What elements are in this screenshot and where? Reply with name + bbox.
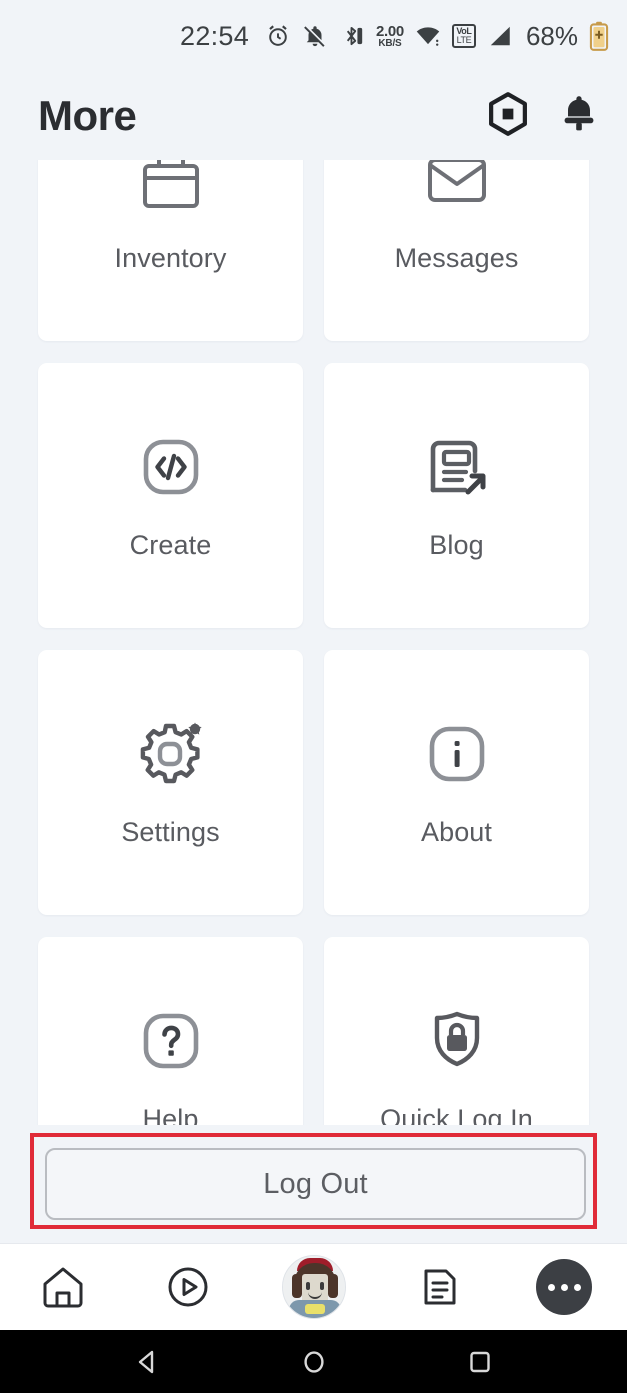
bottom-navigation-bar bbox=[0, 1243, 627, 1330]
volte-bottom-label: LTE bbox=[456, 35, 472, 45]
cellular-signal-icon bbox=[487, 23, 513, 49]
tile-inventory[interactable]: Inventory bbox=[38, 160, 303, 341]
tile-label: Create bbox=[129, 530, 212, 560]
app-header: More bbox=[0, 72, 627, 160]
back-button[interactable] bbox=[131, 1345, 165, 1379]
status-bar-icons: 2.00 KB/S VoL LTE 68% bbox=[265, 21, 609, 52]
notifications-off-icon bbox=[302, 23, 328, 49]
page-title: More bbox=[38, 92, 137, 139]
home-button[interactable] bbox=[297, 1345, 331, 1379]
blog-document-arrow-icon bbox=[420, 430, 494, 504]
tile-label: Inventory bbox=[114, 243, 227, 273]
gear-icon bbox=[133, 717, 209, 791]
alarm-icon bbox=[265, 23, 291, 49]
status-bar-clock: 22:54 bbox=[180, 20, 250, 51]
android-navigation-bar bbox=[0, 1330, 627, 1393]
recents-button[interactable] bbox=[463, 1345, 497, 1379]
tile-blog[interactable]: Blog bbox=[324, 363, 589, 628]
robux-icon[interactable] bbox=[485, 91, 531, 142]
tile-about[interactable]: About bbox=[324, 650, 589, 915]
more-ellipsis-icon bbox=[536, 1259, 593, 1315]
log-out-highlight-box: Log Out bbox=[30, 1133, 597, 1229]
bluetooth-icon bbox=[339, 23, 365, 49]
tile-create[interactable]: Create bbox=[38, 363, 303, 628]
battery-icon bbox=[589, 21, 609, 51]
menu-grid: Inventory Messages Create Blog Settings … bbox=[0, 160, 627, 1125]
tile-label: Messages bbox=[394, 243, 519, 273]
question-mark-icon bbox=[134, 1004, 208, 1078]
chat-document-icon bbox=[412, 1260, 466, 1314]
tile-messages[interactable]: Messages bbox=[324, 160, 589, 341]
volte-icon: VoL LTE bbox=[451, 24, 476, 48]
shield-lock-icon bbox=[420, 1004, 494, 1078]
messages-icon bbox=[421, 160, 493, 217]
network-speed-indicator: 2.00 KB/S bbox=[376, 24, 404, 49]
code-brackets-icon bbox=[134, 430, 208, 504]
nav-item-home[interactable] bbox=[0, 1244, 125, 1331]
header-actions bbox=[485, 91, 599, 142]
tile-label: Blog bbox=[429, 530, 484, 560]
nav-item-more[interactable] bbox=[502, 1244, 627, 1331]
tile-label: Quick Log In bbox=[380, 1104, 533, 1125]
tile-label: Settings bbox=[121, 817, 220, 847]
tile-quick-log-in[interactable]: Quick Log In bbox=[324, 937, 589, 1125]
tile-label: About bbox=[420, 817, 493, 847]
inventory-icon bbox=[135, 160, 207, 217]
tile-help[interactable]: Help bbox=[38, 937, 303, 1125]
tile-label: Help bbox=[142, 1104, 199, 1125]
nav-item-charts[interactable] bbox=[125, 1244, 250, 1331]
tile-settings[interactable]: Settings bbox=[38, 650, 303, 915]
network-speed-unit: KB/S bbox=[378, 37, 402, 49]
network-speed-value: 2.00 bbox=[375, 22, 404, 40]
wifi-icon bbox=[415, 23, 441, 49]
notification-bell-icon[interactable] bbox=[559, 92, 599, 141]
info-icon bbox=[420, 717, 494, 791]
battery-percent-label: 68% bbox=[525, 20, 578, 51]
status-bar: 22:54 2.00 KB/S VoL LTE 68% bbox=[0, 0, 627, 72]
nav-item-chat[interactable] bbox=[376, 1244, 501, 1331]
play-circle-icon bbox=[161, 1260, 215, 1314]
phone-screen: 22:54 2.00 KB/S VoL LTE 68% More Invento… bbox=[0, 0, 627, 1393]
home-icon bbox=[36, 1260, 90, 1314]
nav-item-avatar[interactable] bbox=[251, 1244, 376, 1331]
avatar bbox=[281, 1255, 346, 1319]
log-out-button[interactable]: Log Out bbox=[45, 1148, 586, 1220]
